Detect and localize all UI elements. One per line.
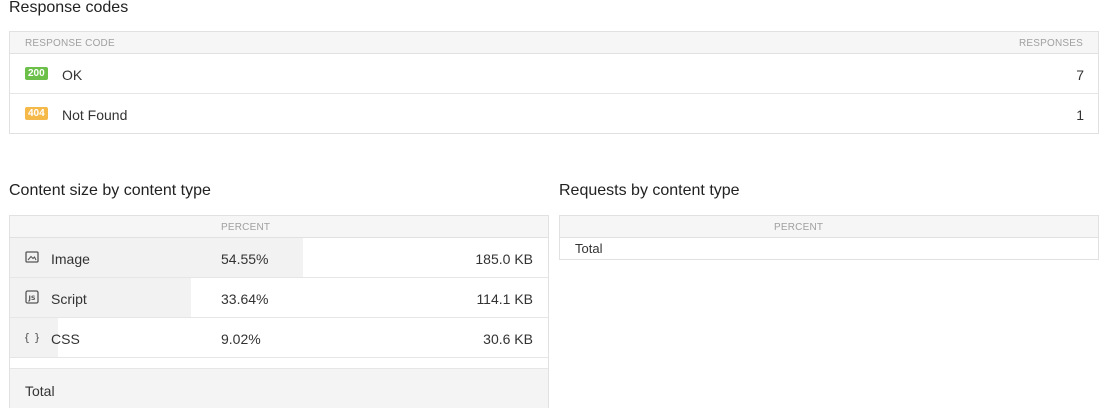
status-badge: 404 xyxy=(25,107,48,120)
svg-text:JS: JS xyxy=(27,294,35,302)
column-header-response-code[interactable]: RESPONSE CODE xyxy=(25,38,115,49)
size-value: 114.1 KB xyxy=(476,291,533,307)
table-row: JS Script 33.64% 114.1 KB xyxy=(10,278,548,318)
percent-value: 54.55% xyxy=(221,251,269,267)
image-icon xyxy=(25,251,39,263)
table-header: PERCENT xyxy=(560,216,1098,238)
table-header: PERCENT xyxy=(10,216,548,238)
requests-title: Requests by content type xyxy=(559,182,740,199)
column-header-responses[interactable]: RESPONSES xyxy=(1019,38,1083,49)
response-count: 7 xyxy=(1076,67,1084,83)
table-row: Image 54.55% 185.0 KB xyxy=(10,238,548,278)
total-row: Total xyxy=(10,368,548,408)
content-size-table: PERCENT Image 54.55% 185.0 KB JS Script … xyxy=(9,215,549,408)
response-codes-table: RESPONSE CODE RESPONSES 200 OK 7 404 Not… xyxy=(9,31,1099,134)
table-row: 200 OK 7 xyxy=(10,54,1098,94)
total-label: Total xyxy=(25,383,55,399)
response-codes-title: Response codes xyxy=(9,0,129,16)
response-count: 1 xyxy=(1076,107,1084,123)
table-header: RESPONSE CODE RESPONSES xyxy=(10,32,1098,54)
content-type-label: Script xyxy=(51,291,87,307)
requests-table: PERCENT Total xyxy=(559,215,1099,260)
total-label: Total xyxy=(575,241,603,256)
table-row: { } CSS 9.02% 30.6 KB xyxy=(10,318,548,358)
css-braces-icon: { } xyxy=(25,331,39,344)
content-type-label: Image xyxy=(51,251,90,267)
column-header-percent[interactable]: PERCENT xyxy=(774,222,823,233)
total-row: Total xyxy=(560,238,1098,260)
content-size-title: Content size by content type xyxy=(9,182,211,199)
column-header-percent[interactable]: PERCENT xyxy=(221,222,270,233)
percent-value: 9.02% xyxy=(221,331,261,347)
response-code-label: OK xyxy=(62,67,83,83)
size-value: 30.6 KB xyxy=(483,331,533,347)
content-type-label: CSS xyxy=(51,331,80,347)
response-code-label: Not Found xyxy=(62,107,128,123)
js-script-icon: JS xyxy=(25,290,39,304)
size-value: 185.0 KB xyxy=(475,251,533,267)
svg-text:{ }: { } xyxy=(25,331,39,344)
table-row: 404 Not Found 1 xyxy=(10,94,1098,134)
percent-value: 33.64% xyxy=(221,291,269,307)
status-badge: 200 xyxy=(25,67,48,80)
